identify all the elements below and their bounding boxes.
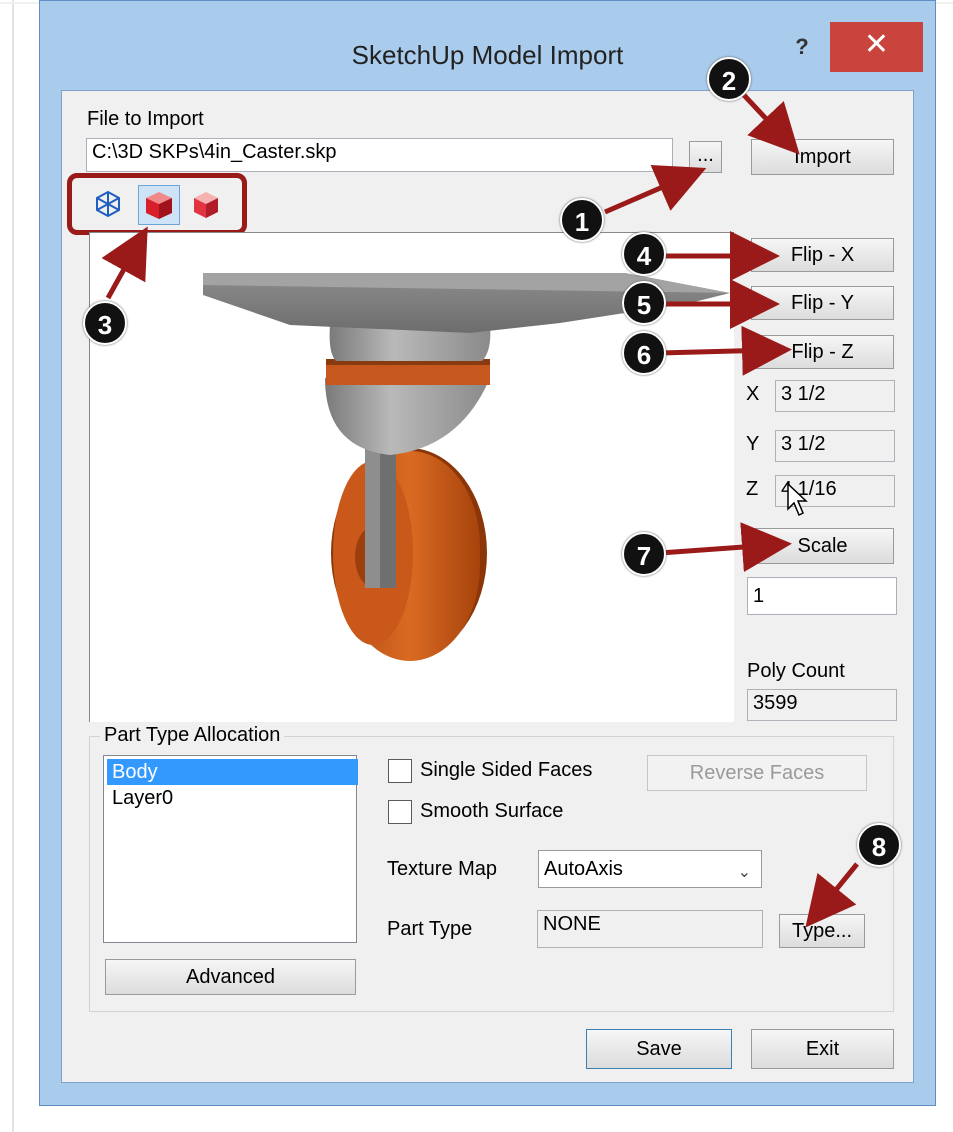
callout-badge: 8 (857, 823, 901, 867)
annotation-arrows (101, 91, 859, 928)
callout-badge: 4 (622, 232, 666, 276)
callout-badge: 7 (622, 532, 666, 576)
callout-badge: 6 (622, 331, 666, 375)
callout-badge: 1 (560, 198, 604, 242)
callout-badge: 5 (622, 281, 666, 325)
callout-badge: 2 (707, 57, 751, 101)
callout-badge: 3 (83, 301, 127, 345)
